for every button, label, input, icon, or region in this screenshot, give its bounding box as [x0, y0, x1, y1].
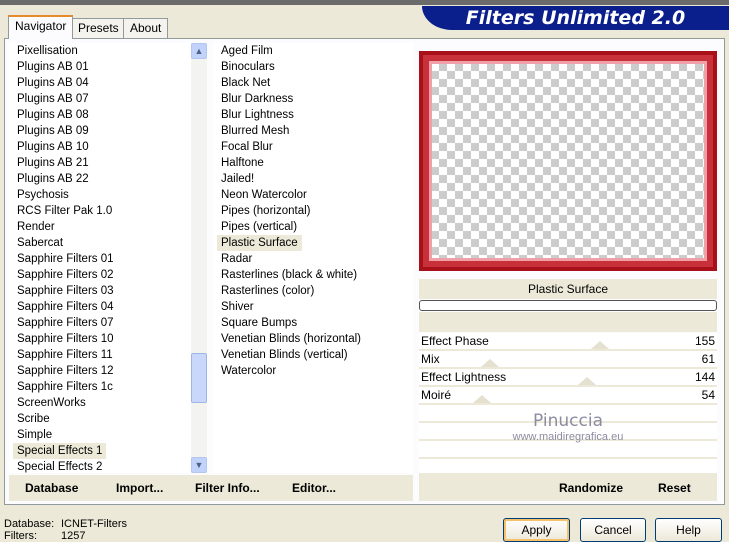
slider-value: 144: [694, 370, 715, 384]
slider-1[interactable]: Mix 61: [419, 351, 717, 369]
slider-thumb[interactable]: [481, 359, 500, 367]
import-button[interactable]: Import...: [116, 475, 163, 501]
filter-item[interactable]: Black Net: [213, 75, 413, 91]
filter-list[interactable]: Aged Film Binoculars Black Net Blur Darknes…: [213, 43, 413, 473]
slider-thumb[interactable]: [591, 341, 610, 349]
category-item[interactable]: Sapphire Filters 10: [9, 331, 191, 347]
category-item[interactable]: Plugins AB 10: [9, 139, 191, 155]
filter-item[interactable]: Halftone: [213, 155, 413, 171]
category-item[interactable]: RCS Filter Pak 1.0: [9, 203, 191, 219]
filter-item[interactable]: Blurred Mesh: [213, 123, 413, 139]
category-item[interactable]: Render: [9, 219, 191, 235]
slider-thumb[interactable]: [578, 377, 597, 385]
filter-item[interactable]: Pipes (horizontal): [213, 203, 413, 219]
cancel-button[interactable]: Cancel: [580, 518, 646, 542]
category-item[interactable]: Plugins AB 08: [9, 107, 191, 123]
category-item[interactable]: Sapphire Filters 02: [9, 267, 191, 283]
category-item[interactable]: Plugins AB 09: [9, 123, 191, 139]
right-toolbar: Randomize Reset: [419, 475, 717, 501]
progress-bar: [419, 300, 717, 311]
filter-item[interactable]: Watercolor: [213, 363, 413, 379]
editor-button[interactable]: Editor...: [292, 475, 336, 501]
category-item[interactable]: Simple: [9, 427, 191, 443]
slider-thumb[interactable]: [473, 395, 492, 403]
category-item[interactable]: Scribe: [9, 411, 191, 427]
navigator-panel: Pixellisation Plugins AB 01 Plugins AB 04 P…: [4, 38, 725, 505]
filter-item[interactable]: Binoculars: [213, 59, 413, 75]
scroll-down-icon[interactable]: ▼: [191, 457, 207, 473]
category-item[interactable]: Plugins AB 07: [9, 91, 191, 107]
filter-item[interactable]: Shiver: [213, 299, 413, 315]
category-item[interactable]: Psychosis: [9, 187, 191, 203]
watermark: Pinuccia www.maidiregrafica.eu: [512, 411, 624, 443]
database-info: Database: ICNET-Filters: [4, 518, 127, 530]
filters-count: Filters: 1257: [4, 530, 86, 542]
category-list[interactable]: Pixellisation Plugins AB 01 Plugins AB 04 P…: [9, 43, 191, 473]
category-item[interactable]: Plugins AB 04: [9, 75, 191, 91]
filter-item[interactable]: Focal Blur: [213, 139, 413, 155]
category-item[interactable]: Sapphire Filters 03: [9, 283, 191, 299]
category-item[interactable]: Sapphire Filters 04: [9, 299, 191, 315]
category-item[interactable]: Pixellisation: [9, 43, 191, 59]
help-button[interactable]: Help: [655, 518, 722, 542]
category-item[interactable]: Plugins AB 01: [9, 59, 191, 75]
category-item[interactable]: Sapphire Filters 01: [9, 251, 191, 267]
filter-item[interactable]: Plastic Surface: [213, 235, 413, 251]
filter-info-button[interactable]: Filter Info...: [195, 475, 260, 501]
category-item[interactable]: Special Effects 1: [9, 443, 191, 459]
slider-3[interactable]: Moiré 54: [419, 387, 717, 405]
filter-item[interactable]: Aged Film: [213, 43, 413, 59]
category-item[interactable]: Sabercat: [9, 235, 191, 251]
slider-value: 61: [701, 352, 715, 366]
title-strip: [0, 0, 729, 5]
tab-presets[interactable]: Presets: [71, 18, 126, 38]
tab-about[interactable]: About: [123, 18, 169, 38]
filter-item[interactable]: Pipes (vertical): [213, 219, 413, 235]
category-item[interactable]: Plugins AB 22: [9, 171, 191, 187]
category-item[interactable]: Sapphire Filters 12: [9, 363, 191, 379]
slider-value: 155: [694, 334, 715, 348]
preview-image: [419, 51, 717, 271]
filter-item[interactable]: Square Bumps: [213, 315, 413, 331]
filter-item[interactable]: Radar: [213, 251, 413, 267]
app-banner: Filters Unlimited 2.0: [422, 6, 729, 30]
filter-item[interactable]: Jailed!: [213, 171, 413, 187]
reset-button[interactable]: Reset: [658, 475, 691, 501]
slider-label: Effect Phase: [421, 334, 489, 348]
apply-button[interactable]: Apply: [503, 518, 570, 542]
slider-2[interactable]: Effect Lightness 144: [419, 369, 717, 387]
category-item[interactable]: Sapphire Filters 11: [9, 347, 191, 363]
category-item[interactable]: Special Effects 2: [9, 459, 191, 475]
slider-label: Effect Lightness: [421, 370, 507, 384]
category-item[interactable]: ScreenWorks: [9, 395, 191, 411]
slider-label: Mix: [421, 352, 440, 366]
filter-item[interactable]: Blur Darkness: [213, 91, 413, 107]
category-item[interactable]: Sapphire Filters 1c: [9, 379, 191, 395]
scroll-thumb[interactable]: [191, 353, 207, 403]
filter-item[interactable]: Neon Watercolor: [213, 187, 413, 203]
category-item[interactable]: Sapphire Filters 07: [9, 315, 191, 331]
database-button[interactable]: Database: [25, 475, 78, 501]
slider-0[interactable]: Effect Phase 155: [419, 333, 717, 351]
category-item[interactable]: Plugins AB 21: [9, 155, 191, 171]
filter-item[interactable]: Blur Lightness: [213, 107, 413, 123]
left-toolbar: Database Import... Filter Info... Editor…: [9, 475, 413, 501]
slider-value: 54: [701, 388, 715, 402]
randomize-button[interactable]: Randomize: [559, 475, 623, 501]
filter-item[interactable]: Venetian Blinds (horizontal): [213, 331, 413, 347]
filter-item[interactable]: Venetian Blinds (vertical): [213, 347, 413, 363]
tab-navigator[interactable]: Navigator: [8, 15, 74, 39]
scroll-up-icon[interactable]: ▲: [191, 43, 207, 59]
filter-item[interactable]: Rasterlines (black & white): [213, 267, 413, 283]
slider-label: Moiré: [421, 388, 452, 402]
category-scrollbar[interactable]: ▲ ▼: [191, 43, 207, 473]
filter-item[interactable]: Rasterlines (color): [213, 283, 413, 299]
filter-name: Plastic Surface: [419, 279, 717, 299]
